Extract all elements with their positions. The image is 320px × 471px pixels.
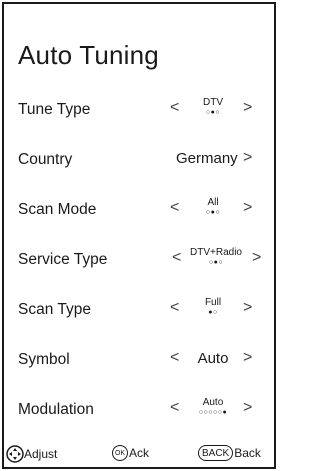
- service-type-value: DTV+Radio ○●○: [180, 247, 252, 267]
- adjust-label: Adjust: [24, 447, 58, 461]
- arrow-right-icon[interactable]: >: [243, 99, 252, 117]
- ack-label: Ack: [129, 446, 150, 460]
- country-value: Germany: [176, 151, 238, 166]
- row-scan-mode[interactable]: Scan Mode < All ○●○ >: [0, 195, 278, 225]
- arrow-left-icon[interactable]: <: [170, 349, 179, 367]
- back-label: Back: [234, 446, 261, 460]
- page-dots: ○●○: [208, 259, 224, 266]
- back-icon: BACK: [198, 445, 234, 461]
- page-title: Auto Tuning: [18, 40, 159, 70]
- page-dots: ○●○: [205, 209, 221, 216]
- arrow-right-icon[interactable]: >: [243, 199, 252, 217]
- arrow-right-icon[interactable]: >: [243, 399, 252, 417]
- value-text: Germany: [176, 150, 238, 167]
- row-label: Modulation: [18, 401, 94, 418]
- row-modulation[interactable]: Modulation < Auto ○○○○○● >: [0, 395, 278, 425]
- row-symbol[interactable]: Symbol < Auto >: [0, 345, 278, 375]
- page-dots: ○●○: [205, 109, 221, 116]
- row-tune-type[interactable]: Tune Type < DTV ○●○ >: [0, 95, 278, 125]
- row-service-type[interactable]: Service Type < DTV+Radio ○●○ >: [0, 245, 278, 275]
- value-text: Auto: [197, 350, 229, 367]
- ok-icon: OK: [112, 445, 128, 461]
- arrow-left-icon[interactable]: <: [170, 299, 179, 317]
- value-text: All: [207, 197, 219, 208]
- arrow-right-icon[interactable]: >: [243, 299, 252, 317]
- row-label: Tune Type: [18, 101, 91, 118]
- row-label: Scan Mode: [18, 201, 97, 218]
- value-text: DTV+Radio: [190, 247, 242, 258]
- row-country[interactable]: Country Germany >: [0, 145, 278, 175]
- value-text: DTV: [203, 97, 223, 108]
- back-hint: BACK Back: [198, 445, 261, 461]
- row-scan-type[interactable]: Scan Type < Full ●○ >: [0, 295, 278, 325]
- ack-hint: OK Ack: [112, 445, 149, 461]
- symbol-value: Auto: [190, 351, 236, 366]
- arrow-right-icon[interactable]: >: [252, 249, 261, 267]
- scan-mode-value: All ○●○: [196, 197, 230, 217]
- tune-type-value: DTV ○●○: [196, 97, 230, 117]
- arrow-left-icon[interactable]: <: [170, 399, 179, 417]
- row-label: Country: [18, 151, 73, 168]
- page-dots: ○○○○○●: [198, 409, 228, 416]
- key-hints: Adjust OK Ack BACK Back: [0, 442, 278, 466]
- adjust-hint: Adjust: [6, 445, 57, 463]
- arrow-left-icon[interactable]: <: [170, 199, 179, 217]
- arrow-right-icon[interactable]: >: [243, 349, 252, 367]
- scan-type-value: Full ●○: [196, 297, 230, 317]
- arrow-right-icon[interactable]: >: [243, 149, 252, 167]
- row-label: Symbol: [18, 351, 70, 368]
- arrow-left-icon[interactable]: <: [170, 99, 179, 117]
- value-text: Full: [204, 297, 222, 308]
- page-dots: ●○: [208, 309, 218, 316]
- modulation-value: Auto ○○○○○●: [190, 397, 236, 417]
- row-label: Scan Type: [18, 301, 91, 318]
- dpad-icon: [6, 445, 24, 463]
- row-label: Service Type: [18, 251, 108, 268]
- value-text: Auto: [202, 397, 224, 408]
